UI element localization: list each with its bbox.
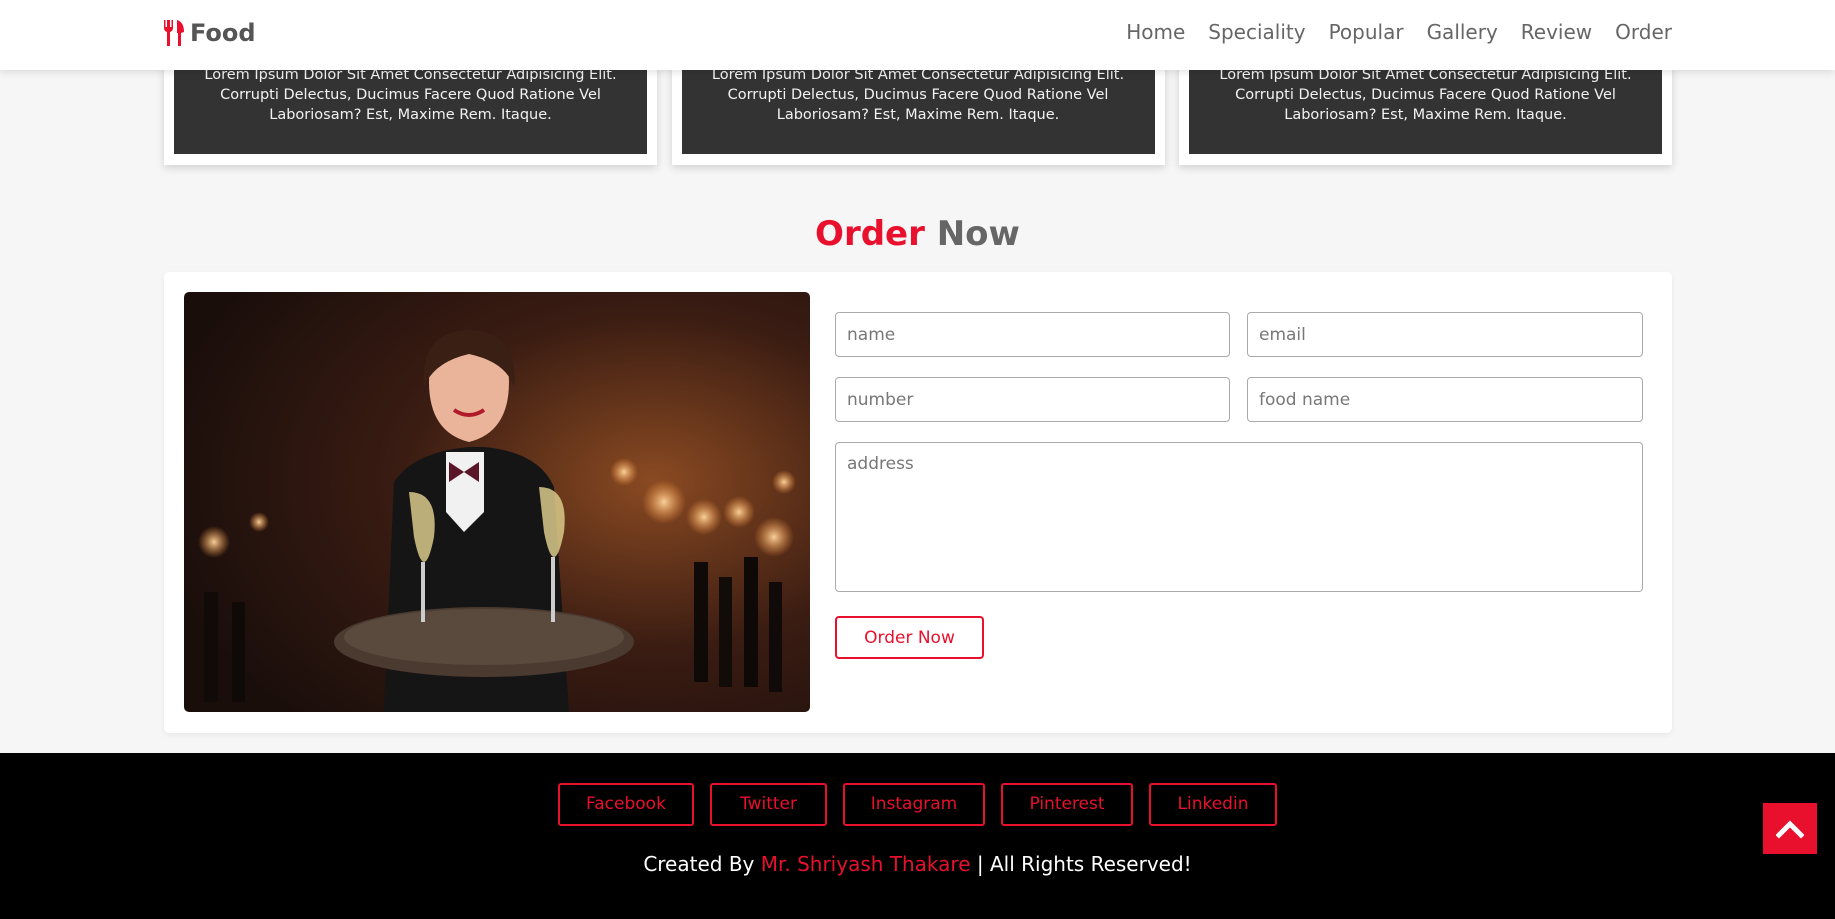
order-heading-accent: Order	[815, 214, 925, 254]
credit-prefix: Created By	[643, 852, 761, 876]
speciality-cards: Lorem Ipsum Dolor Sit Amet Consectetur A…	[164, 60, 1672, 165]
facebook-link[interactable]: Facebook	[558, 783, 694, 826]
header: Food Home Speciality Popular Gallery Rev…	[0, 0, 1835, 70]
card-description: Lorem Ipsum Dolor Sit Amet Consectetur A…	[681, 60, 1155, 154]
pinterest-link[interactable]: Pinterest	[1001, 783, 1133, 826]
logo[interactable]: Food	[162, 18, 256, 48]
email-input[interactable]	[1247, 312, 1643, 357]
credit-suffix: | All Rights Reserved!	[970, 852, 1192, 876]
nav-order[interactable]: Order	[1615, 20, 1672, 44]
speciality-card: Lorem Ipsum Dolor Sit Amet Consectetur A…	[671, 60, 1165, 165]
waitress-image	[184, 292, 810, 712]
nav-home[interactable]: Home	[1126, 20, 1185, 44]
speciality-card: Lorem Ipsum Dolor Sit Amet Consectetur A…	[164, 60, 657, 165]
order-panel: Order Now	[164, 272, 1672, 733]
main-nav: Home Speciality Popular Gallery Review O…	[1126, 20, 1672, 44]
card-description: Lorem Ipsum Dolor Sit Amet Consectetur A…	[174, 60, 647, 154]
waitress-illustration	[184, 292, 810, 712]
logo-text: Food	[190, 19, 256, 47]
order-heading: Order Now	[0, 214, 1835, 254]
order-heading-rest: Now	[924, 214, 1020, 254]
address-input[interactable]	[835, 442, 1643, 592]
scroll-top-button[interactable]	[1763, 803, 1817, 854]
nav-speciality[interactable]: Speciality	[1208, 20, 1305, 44]
footer-credit: Created By Mr. Shriyash Thakare | All Ri…	[0, 852, 1835, 876]
nav-gallery[interactable]: Gallery	[1427, 20, 1498, 44]
credit-author: Mr. Shriyash Thakare	[760, 852, 971, 876]
nav-popular[interactable]: Popular	[1329, 20, 1404, 44]
instagram-link[interactable]: Instagram	[843, 783, 985, 826]
food-name-input[interactable]	[1247, 377, 1643, 422]
speciality-card: Lorem Ipsum Dolor Sit Amet Consectetur A…	[1179, 60, 1672, 165]
twitter-link[interactable]: Twitter	[710, 783, 827, 826]
order-now-button[interactable]: Order Now	[835, 616, 984, 659]
chevron-up-icon	[1776, 819, 1804, 839]
number-input[interactable]	[835, 377, 1230, 422]
utensils-icon	[164, 20, 184, 46]
name-input[interactable]	[835, 312, 1230, 357]
linkedin-link[interactable]: Linkedin	[1149, 783, 1277, 826]
card-description: Lorem Ipsum Dolor Sit Amet Consectetur A…	[1189, 60, 1662, 154]
nav-review[interactable]: Review	[1521, 20, 1592, 44]
social-links: Facebook Twitter Instagram Pinterest Lin…	[0, 783, 1835, 826]
footer: Facebook Twitter Instagram Pinterest Lin…	[0, 753, 1835, 919]
